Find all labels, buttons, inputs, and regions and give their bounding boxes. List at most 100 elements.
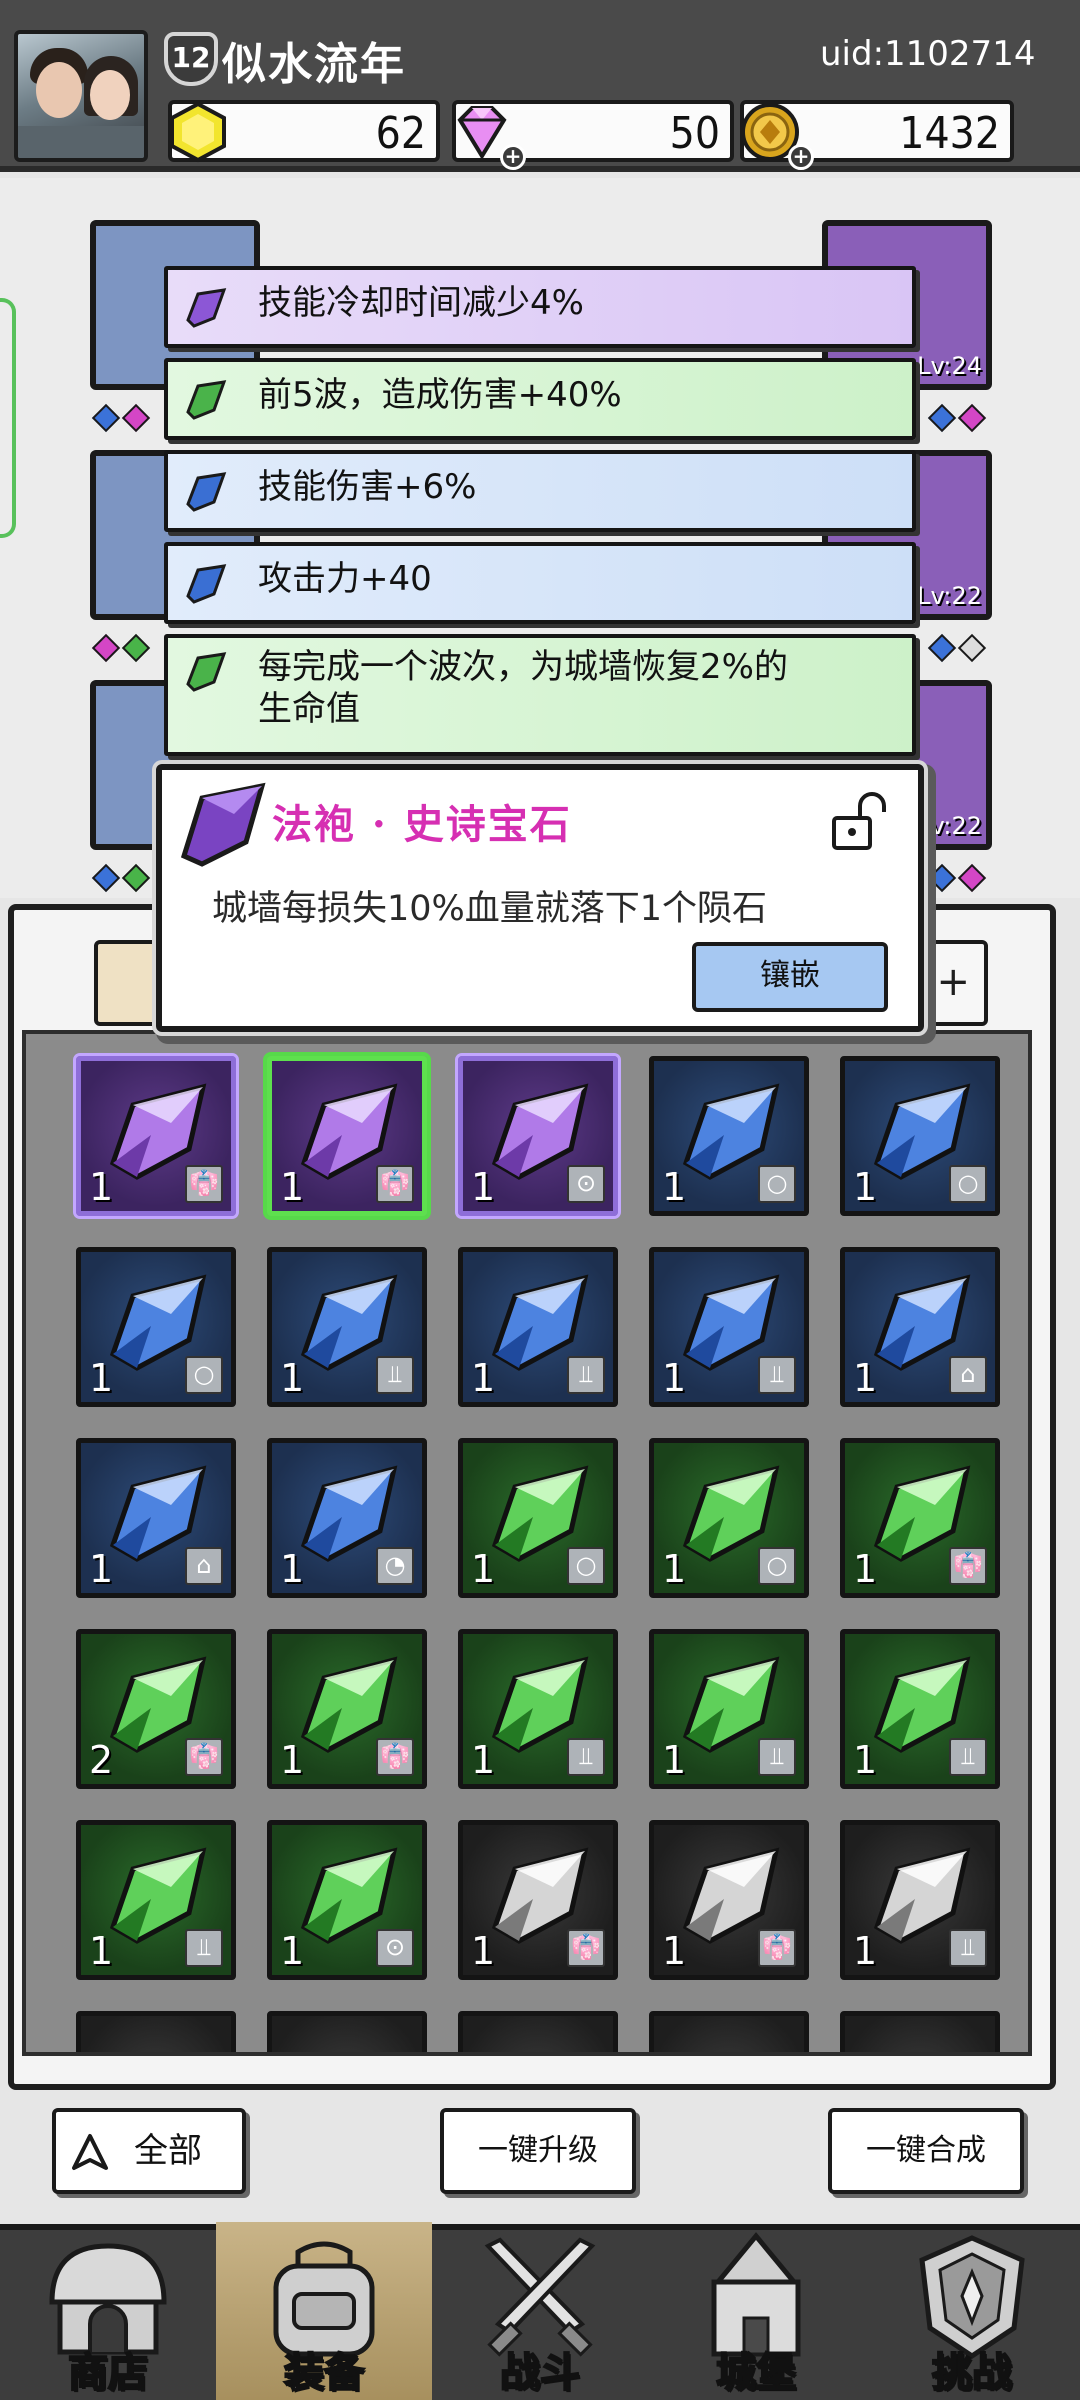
nav-label: 战斗 — [499, 2349, 581, 2397]
perk-text: 每完成一个波次，为城墙恢复2%的 — [258, 647, 788, 687]
avatar[interactable] — [14, 30, 148, 162]
inventory-gem-tile[interactable]: 1 ○ — [649, 1438, 809, 1598]
robe-slot-icon: 👘 — [376, 1738, 414, 1776]
add-gems-button[interactable]: + — [500, 144, 526, 170]
gem-socket-icon — [927, 633, 957, 663]
robe-slot-icon: 👘 — [758, 1929, 796, 1967]
gem-count: 1 — [280, 1165, 305, 1209]
ring-slot-icon: ○ — [949, 1165, 987, 1203]
add-coins-button[interactable]: + — [788, 144, 814, 170]
robe-slot-icon: 👘 — [376, 1165, 414, 1203]
inventory-gem-tile[interactable] — [840, 2011, 1000, 2052]
nav-castle[interactable]: 城堡 — [648, 2222, 864, 2400]
gem-socket-icon — [91, 633, 121, 663]
gem-count: 1 — [853, 1165, 878, 1209]
robe-slot-icon: 👘 — [185, 1738, 223, 1776]
inventory-gem-tile[interactable] — [649, 2011, 809, 2052]
gem-count: 1 — [471, 1356, 496, 1400]
nav-equipment[interactable]: 装备 — [216, 2222, 432, 2400]
inventory-gem-tile[interactable]: 1 👘 — [649, 1820, 809, 1980]
inventory-gem-tile[interactable] — [458, 2011, 618, 2052]
inventory-gem-tile[interactable]: 1 👘 — [76, 1056, 236, 1216]
inventory-gem-tile[interactable] — [76, 2011, 236, 2052]
inventory-gem-tile[interactable]: 1 ⌂ — [840, 1247, 1000, 1407]
gem-socket-icon — [121, 863, 151, 893]
filter-all-button[interactable]: 全部 — [52, 2108, 246, 2194]
nav-label: 挑战 — [931, 2349, 1013, 2397]
filter-all-label: 全部 — [134, 2131, 202, 2171]
hat-slot-icon: ◔ — [376, 1547, 414, 1585]
gem-count: 1 — [471, 1929, 496, 1973]
equip-level-label: Lv:24 — [917, 352, 982, 380]
inventory-gem-tile[interactable]: 1 ○ — [76, 1247, 236, 1407]
popup-description: 城墙每损失10%血量就落下1个陨石 — [212, 889, 768, 929]
inventory-gem-tile[interactable]: 1 ⫫ — [458, 1247, 618, 1407]
gem-socket-icon — [121, 633, 151, 663]
inventory-gem-tile[interactable]: 1 ⫫ — [458, 1629, 618, 1789]
perk-text: 前5波，造成伤害+40% — [258, 375, 622, 415]
inlay-button[interactable]: 镶嵌 — [692, 942, 888, 1012]
inventory-gem-tile[interactable]: 1 ◔ — [267, 1438, 427, 1598]
gem-count: 1 — [89, 1356, 114, 1400]
inventory-gem-tile[interactable]: 2 👘 — [76, 1629, 236, 1789]
inventory-gem-tile[interactable]: 1 👘 — [267, 1629, 427, 1789]
inventory-gem-tile[interactable]: 1 ⊙ — [267, 1820, 427, 1980]
blue-gem-icon — [186, 472, 227, 512]
perk-row: 攻击力+40 — [164, 542, 916, 624]
epic-gem-icon — [180, 782, 266, 867]
green-gem-icon — [186, 652, 227, 692]
unlock-icon[interactable] — [826, 790, 890, 854]
robe-slot-icon: 👘 — [185, 1165, 223, 1203]
gem-count: 1 — [662, 1738, 687, 1782]
inventory-gem-tile[interactable]: 1 ○ — [840, 1056, 1000, 1216]
nav-label: 城堡 — [715, 2349, 797, 2397]
gem-count: 1 — [853, 1547, 878, 1591]
gem-count: 1 — [471, 1165, 496, 1209]
nav-battle[interactable]: 战斗 — [432, 2222, 648, 2400]
gem-socket-icon — [927, 403, 957, 433]
perk-row: 技能冷却时间减少4% — [164, 266, 916, 348]
nav-label: 装备 — [283, 2349, 365, 2397]
inventory-gem-tile[interactable]: 1 ⌂ — [76, 1438, 236, 1598]
gem-count: 1 — [89, 1165, 114, 1209]
inventory-gem-tile[interactable]: 1 ⫫ — [76, 1820, 236, 1980]
gem-socket-icon — [957, 863, 987, 893]
nav-challenge[interactable]: 挑战 — [864, 2222, 1080, 2400]
merge-all-button[interactable]: 一键合成 — [828, 2108, 1024, 2194]
green-gem-icon — [186, 380, 227, 420]
gem-counter: + 50 — [452, 100, 734, 170]
inventory-gem-tile[interactable]: 1 👘 — [458, 1820, 618, 1980]
inventory-gem-tile[interactable]: 1 👘 — [267, 1056, 427, 1216]
gem-count: 1 — [662, 1356, 687, 1400]
boots-slot-icon: ⫫ — [376, 1356, 414, 1394]
gem-socket-icon — [121, 403, 151, 433]
gem-count: 1 — [89, 1547, 114, 1591]
purple-gem-icon — [186, 288, 227, 328]
gold-counter: 62 — [168, 100, 440, 163]
inventory-gem-tile[interactable]: 1 👘 — [840, 1438, 1000, 1598]
inventory-gem-tile[interactable]: 1 ⫫ — [649, 1629, 809, 1789]
nav-shop[interactable]: 商店 — [0, 2222, 216, 2400]
upgrade-all-button[interactable]: 一键升级 — [440, 2108, 636, 2194]
inventory-gem-tile[interactable]: 1 ⫫ — [840, 1820, 1000, 1980]
equip-level-label: Lv:22 — [917, 812, 982, 840]
inventory-gem-tile[interactable]: 1 ⫫ — [840, 1629, 1000, 1789]
inventory-gem-tile[interactable]: 1 ⫫ — [267, 1247, 427, 1407]
boots-slot-icon: ⫫ — [185, 1929, 223, 1967]
amulet-slot-icon: ⊙ — [376, 1929, 414, 1967]
staff-slot-icon: ⌂ — [949, 1356, 987, 1394]
gem-amount: 50 — [669, 108, 720, 159]
gem-count: 1 — [853, 1929, 878, 1973]
side-tab-handle[interactable] — [0, 298, 16, 538]
inventory-gem-tile[interactable]: 1 ○ — [458, 1438, 618, 1598]
inventory-gem-tile[interactable]: 1 ○ — [649, 1056, 809, 1216]
inventory-gem-tile[interactable] — [267, 2011, 427, 2052]
ring-slot-icon: ○ — [567, 1547, 605, 1585]
gem-count: 1 — [471, 1547, 496, 1591]
perk-text: 技能冷却时间减少4% — [258, 283, 584, 323]
robe-slot-icon: 👘 — [949, 1547, 987, 1585]
inventory-gem-tile[interactable]: 1 ⫫ — [649, 1247, 809, 1407]
inventory-gem-tile[interactable]: 1 ⊙ — [458, 1056, 618, 1216]
triangle-filter-icon — [72, 2134, 108, 2170]
boots-slot-icon: ⫫ — [949, 1738, 987, 1776]
